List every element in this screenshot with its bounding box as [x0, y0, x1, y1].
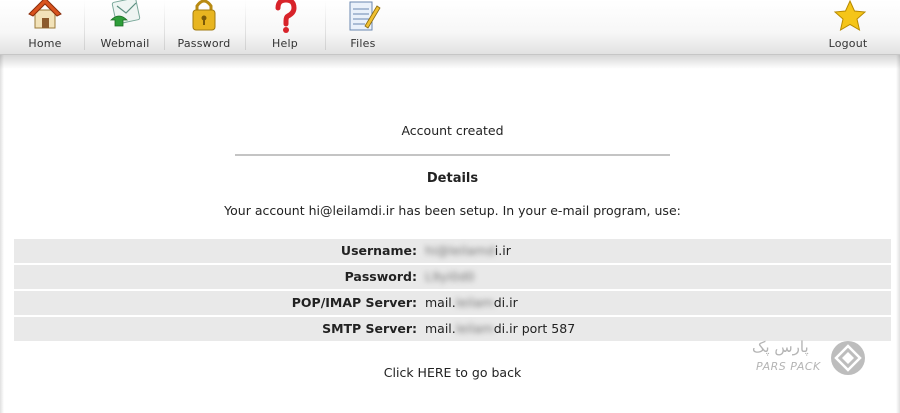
details-heading: Details — [426, 171, 479, 186]
watermark-text-fa: پارس پک — [752, 338, 809, 356]
redacted-text: hi@leilamd — [425, 243, 495, 258]
redacted-text: leilam — [455, 295, 494, 310]
details-row-username: Username: hi@leilamdi.ir — [14, 239, 891, 263]
star-icon — [833, 0, 867, 32]
toolbar-shadow — [0, 55, 900, 69]
toolbar: Home Webmail Password Help Files Logout — [0, 0, 900, 55]
toolbar-separator — [84, 0, 85, 50]
toolbar-logout-label: Logout — [828, 37, 868, 50]
username-label: Username: — [340, 243, 417, 258]
details-row-pop-imap: POP/IMAP Server: mail.leilamdi.ir — [14, 291, 891, 315]
toolbar-help-label: Help — [272, 37, 298, 50]
question-mark-icon — [275, 0, 297, 33]
status-message: Account created — [401, 123, 504, 138]
toolbar-files-label: Files — [350, 37, 376, 50]
watermark-text-en: PARS PACK — [756, 360, 821, 373]
toolbar-help-button[interactable]: Help — [262, 0, 308, 54]
frame-edge-left — [0, 55, 4, 413]
toolbar-webmail-button[interactable]: Webmail — [97, 0, 153, 54]
toolbar-separator — [164, 0, 165, 50]
smtp-label: SMTP Server: — [322, 321, 417, 336]
notepad-icon — [349, 1, 381, 31]
parspack-watermark: پارس پک PARS PACK — [742, 338, 867, 384]
password-value: L9yi0d0 — [425, 265, 475, 289]
toolbar-home-label: Home — [28, 37, 62, 50]
redacted-text: L9yi0d0 — [425, 269, 475, 284]
smtp-value: mail.leilamdi.ir port 587 — [425, 321, 576, 336]
toolbar-separator — [245, 0, 246, 50]
mail-icon — [110, 0, 141, 27]
toolbar-files-button[interactable]: Files — [340, 0, 386, 54]
setup-intro-text: Your account hi@leilamdi.ir has been set… — [224, 203, 681, 218]
pop-imap-value: mail.leilamdi.ir — [425, 295, 518, 310]
house-icon — [28, 0, 62, 29]
details-row-password: Password: L9yi0d0 — [14, 265, 891, 289]
pop-imap-label: POP/IMAP Server: — [291, 295, 417, 310]
toolbar-separator — [325, 0, 326, 50]
username-value: hi@leilamdi.ir — [425, 243, 511, 258]
frame-edge-right — [896, 55, 900, 413]
password-label: Password: — [344, 269, 417, 284]
toolbar-webmail-label: Webmail — [100, 37, 150, 50]
parspack-logo-icon — [831, 341, 865, 375]
toolbar-password-button[interactable]: Password — [176, 0, 232, 54]
account-details-table: Username: hi@leilamdi.ir Password: L9yi0… — [14, 239, 891, 343]
redacted-text: leilam — [455, 321, 494, 336]
divider — [235, 154, 670, 156]
toolbar-home-button[interactable]: Home — [22, 0, 68, 54]
padlock-icon — [192, 0, 216, 31]
toolbar-password-label: Password — [177, 37, 231, 50]
toolbar-logout-button[interactable]: Logout — [823, 0, 873, 54]
